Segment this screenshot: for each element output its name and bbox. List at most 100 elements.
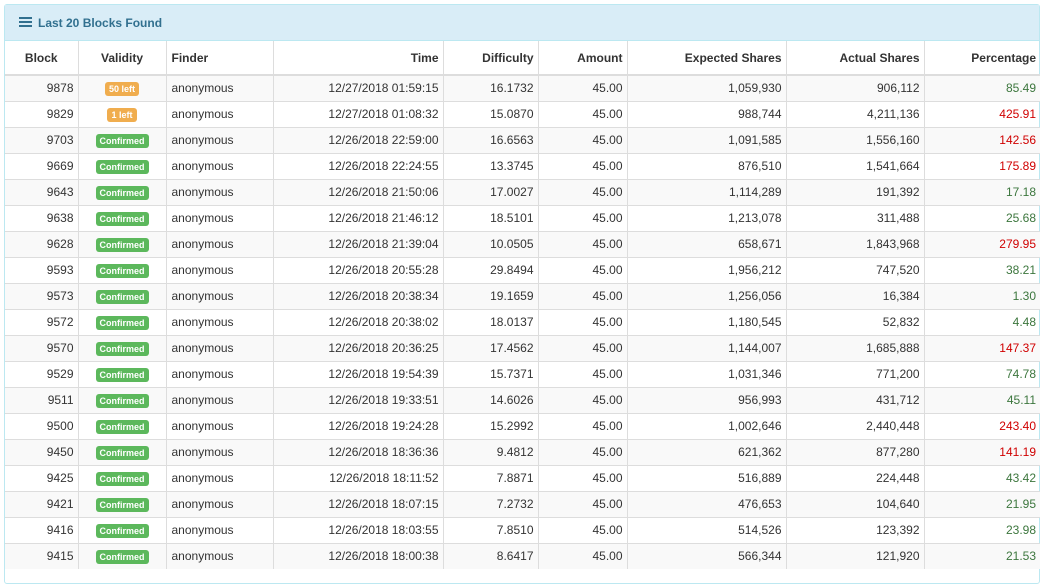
header-validity[interactable]: Validity: [78, 41, 167, 76]
amount-cell: 45.00: [538, 282, 628, 309]
header-percentage[interactable]: Percentage: [924, 41, 1040, 76]
percentage-cell: 243.40: [924, 412, 1040, 439]
block-number-cell[interactable]: 9643: [5, 178, 79, 205]
block-number-cell[interactable]: 9529: [5, 360, 79, 387]
actual-shares-cell: 191,392: [786, 178, 925, 205]
table-row: 9643 Confirmed anonymous 12/26/2018 21:50:0…: [5, 178, 1040, 205]
difficulty-cell: 15.2992: [443, 412, 539, 439]
finder-cell: anonymous: [166, 490, 274, 517]
expected-shares-cell: 516,889: [627, 464, 787, 491]
time-cell: 12/27/2018 01:08:32: [273, 100, 444, 127]
percentage-cell: 23.98: [924, 516, 1040, 543]
block-number-cell[interactable]: 9593: [5, 256, 79, 283]
block-number-cell[interactable]: 9421: [5, 490, 79, 517]
validity-cell: Confirmed: [78, 386, 167, 413]
header-actual-shares[interactable]: Actual Shares: [786, 41, 925, 76]
percentage-cell: 38.21: [924, 256, 1040, 283]
block-number-cell[interactable]: 9425: [5, 464, 79, 491]
confirmed-badge: Confirmed: [95, 549, 149, 564]
header-difficulty[interactable]: Difficulty: [443, 41, 539, 76]
difficulty-cell: 7.8871: [443, 464, 539, 491]
confirmed-badge: Confirmed: [95, 393, 149, 408]
difficulty-cell: 15.7371: [443, 360, 539, 387]
percentage-cell: 1.30: [924, 282, 1040, 309]
finder-cell: anonymous: [166, 230, 274, 257]
finder-cell: anonymous: [166, 386, 274, 413]
block-number-cell[interactable]: 9829: [5, 100, 79, 127]
time-cell: 12/26/2018 20:36:25: [273, 334, 444, 361]
panel-heading: Last 20 Blocks Found: [5, 5, 1039, 41]
expected-shares-cell: 1,144,007: [627, 334, 787, 361]
table-row: 9669 Confirmed anonymous 12/26/2018 22:24:5…: [5, 152, 1040, 179]
expected-shares-cell: 1,002,646: [627, 412, 787, 439]
header-block[interactable]: Block: [5, 41, 79, 76]
block-number-cell[interactable]: 9572: [5, 308, 79, 335]
percentage-cell: 21.95: [924, 490, 1040, 517]
actual-shares-cell: 311,488: [786, 204, 925, 231]
confirmed-badge: Confirmed: [95, 289, 149, 304]
block-number-cell[interactable]: 9669: [5, 152, 79, 179]
validity-cell: Confirmed: [78, 230, 167, 257]
amount-cell: 45.00: [538, 100, 628, 127]
header-amount[interactable]: Amount: [538, 41, 628, 76]
validity-cell: Confirmed: [78, 438, 167, 465]
header-time[interactable]: Time: [273, 41, 444, 76]
percentage-cell: 279.95: [924, 230, 1040, 257]
table-row: 9573 Confirmed anonymous 12/26/2018 20:38:3…: [5, 282, 1040, 309]
block-number-cell[interactable]: 9416: [5, 516, 79, 543]
percentage-cell: 425.91: [924, 100, 1040, 127]
finder-cell: anonymous: [166, 152, 274, 179]
time-cell: 12/26/2018 18:03:55: [273, 516, 444, 543]
block-number-cell[interactable]: 9511: [5, 386, 79, 413]
actual-shares-cell: 121,920: [786, 542, 925, 569]
actual-shares-cell: 123,392: [786, 516, 925, 543]
confirmed-badge: Confirmed: [95, 341, 149, 356]
percentage-cell: 45.11: [924, 386, 1040, 413]
amount-cell: 45.00: [538, 152, 628, 179]
amount-cell: 45.00: [538, 256, 628, 283]
confirmed-badge: Confirmed: [95, 367, 149, 382]
header-expected-shares[interactable]: Expected Shares: [627, 41, 787, 76]
blocks-table: Block Validity Finder Time Difficulty Am…: [5, 41, 1040, 569]
confirmed-badge: Confirmed: [95, 315, 149, 330]
difficulty-cell: 29.8494: [443, 256, 539, 283]
block-number-cell[interactable]: 9703: [5, 126, 79, 153]
table-row: 9593 Confirmed anonymous 12/26/2018 20:55:2…: [5, 256, 1040, 283]
finder-cell: anonymous: [166, 178, 274, 205]
time-cell: 12/26/2018 19:33:51: [273, 386, 444, 413]
block-number-cell[interactable]: 9878: [5, 74, 79, 101]
table-row: 9703 Confirmed anonymous 12/26/2018 22:59:0…: [5, 126, 1040, 153]
confirmed-badge: Confirmed: [95, 497, 149, 512]
finder-cell: anonymous: [166, 438, 274, 465]
actual-shares-cell: 1,685,888: [786, 334, 925, 361]
confirmed-badge: Confirmed: [95, 263, 149, 278]
difficulty-cell: 8.6417: [443, 542, 539, 569]
validity-cell: 1 left: [78, 100, 167, 127]
block-number-cell[interactable]: 9628: [5, 230, 79, 257]
validity-cell: Confirmed: [78, 412, 167, 439]
table-row: 9529 Confirmed anonymous 12/26/2018 19:54:3…: [5, 360, 1040, 387]
table-row: 9450 Confirmed anonymous 12/26/2018 18:36:3…: [5, 438, 1040, 465]
actual-shares-cell: 431,712: [786, 386, 925, 413]
difficulty-cell: 9.4812: [443, 438, 539, 465]
validity-cell: Confirmed: [78, 178, 167, 205]
header-finder[interactable]: Finder: [166, 41, 274, 76]
block-number-cell[interactable]: 9570: [5, 334, 79, 361]
block-number-cell[interactable]: 9638: [5, 204, 79, 231]
finder-cell: anonymous: [166, 516, 274, 543]
table-row: 9572 Confirmed anonymous 12/26/2018 20:38:0…: [5, 308, 1040, 335]
expected-shares-cell: 476,653: [627, 490, 787, 517]
block-number-cell[interactable]: 9573: [5, 282, 79, 309]
confirmed-badge: Confirmed: [95, 445, 149, 460]
finder-cell: anonymous: [166, 542, 274, 569]
pending-badge: 1 left: [107, 107, 137, 122]
expected-shares-cell: 658,671: [627, 230, 787, 257]
finder-cell: anonymous: [166, 412, 274, 439]
block-number-cell[interactable]: 9450: [5, 438, 79, 465]
block-number-cell[interactable]: 9500: [5, 412, 79, 439]
validity-cell: 50 left: [78, 74, 167, 101]
block-number-cell[interactable]: 9415: [5, 542, 79, 569]
time-cell: 12/27/2018 01:59:15: [273, 74, 444, 101]
table-row: 9500 Confirmed anonymous 12/26/2018 19:24:2…: [5, 412, 1040, 439]
validity-cell: Confirmed: [78, 282, 167, 309]
